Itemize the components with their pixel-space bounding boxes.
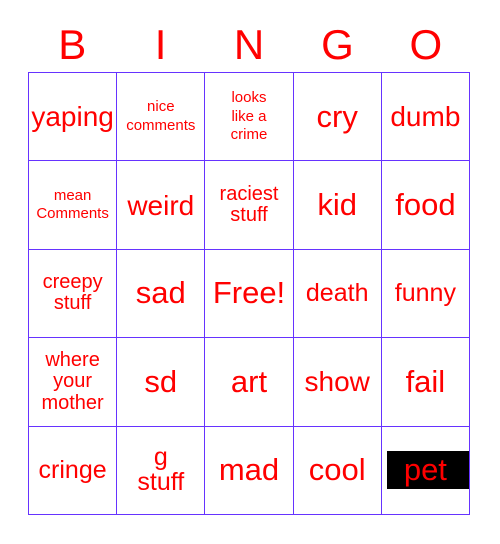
bingo-cell-r5c2[interactable]: g stuff [117,426,206,515]
bingo-cell-label: g stuff [137,443,185,497]
bingo-cell-label: cringe [38,455,107,484]
bingo-cell-label: raciest stuff [219,182,279,227]
bingo-cell-r3c4[interactable]: death [293,249,382,339]
bingo-cell-r3c2[interactable]: sad [117,249,206,339]
bingo-cell-r3c5[interactable]: funny [381,249,470,339]
bingo-cell-r1c2[interactable]: nice comments [117,73,206,162]
bingo-cell-r3c3[interactable]: Free! [205,249,294,339]
bingo-cell-label: Free! [212,275,286,311]
bingo-cell-r5c4[interactable]: cool [293,426,382,515]
bingo-cell-r2c1[interactable]: mean Comments [29,161,118,250]
bingo-cell-r1c4[interactable]: cry [293,73,382,162]
bingo-cell-label: cool [308,452,366,488]
bingo-cell-r1c5[interactable]: dumb [381,73,470,162]
bingo-cell-label: looks like a crime [230,89,268,143]
bingo-cell-r2c4[interactable]: kid [293,161,382,250]
bingo-cell-label: sad [135,275,186,311]
bingo-cell-r4c3[interactable]: art [205,338,294,427]
bingo-cell-label: mean Comments [36,186,109,223]
bingo-cell-label: yaping [31,101,114,133]
bingo-cell-label: fail [405,363,446,399]
bingo-header-letter-i: I [154,21,167,68]
bingo-cell-r5c1[interactable]: cringe [29,426,118,515]
bingo-cell-label: creepy stuff [42,270,103,315]
bingo-cell-r4c4[interactable]: show [293,338,382,427]
bingo-cell-label: pet [403,452,447,488]
bingo-cell-label: nice comments [126,98,196,134]
bingo-cell-r3c1[interactable]: creepy stuff [29,249,118,339]
bingo-cell-r1c3[interactable]: looks like a crime [205,73,294,162]
bingo-cell-r2c5[interactable]: food [381,161,470,250]
bingo-cell-label: art [230,363,268,399]
bingo-cell-r4c2[interactable]: sd [117,338,206,427]
bingo-cell-label: dumb [390,101,461,133]
bingo-grid: yaping nice comments looks like a crime cry… [28,72,470,515]
bingo-cell-label: show [304,366,370,398]
bingo-cell-label: food [395,186,456,222]
bingo-cell-r5c3[interactable]: mad [205,426,294,515]
bingo-cell-label: weird [127,189,195,221]
bingo-cell-label: kid [317,186,358,222]
bingo-cell-r1c1[interactable]: yaping [29,73,118,162]
bingo-card: B I N G O yaping nice comments looks like … [0,0,500,544]
bingo-cell-label: where your mother [41,348,104,414]
bingo-cell-label: cry [316,98,358,134]
bingo-cell-r4c5[interactable]: fail [381,338,470,427]
bingo-header-row: B I N G O [28,18,470,72]
bingo-header-letter-g: G [321,21,354,68]
bingo-cell-label: sd [144,363,178,399]
bingo-cell-r2c3[interactable]: raciest stuff [205,161,294,250]
bingo-cell-label: mad [218,452,280,488]
bingo-header-letter-n: N [233,21,265,68]
bingo-header-letter-b: B [58,21,87,68]
bingo-header-letter-o: O [409,21,443,68]
bingo-cell-r2c2[interactable]: weird [117,161,206,250]
bingo-cell-r5c5[interactable]: pet [381,426,470,515]
bingo-cell-label: death [305,278,369,307]
bingo-cell-r4c1[interactable]: where your mother [29,338,118,427]
bingo-cell-label: funny [394,278,456,307]
